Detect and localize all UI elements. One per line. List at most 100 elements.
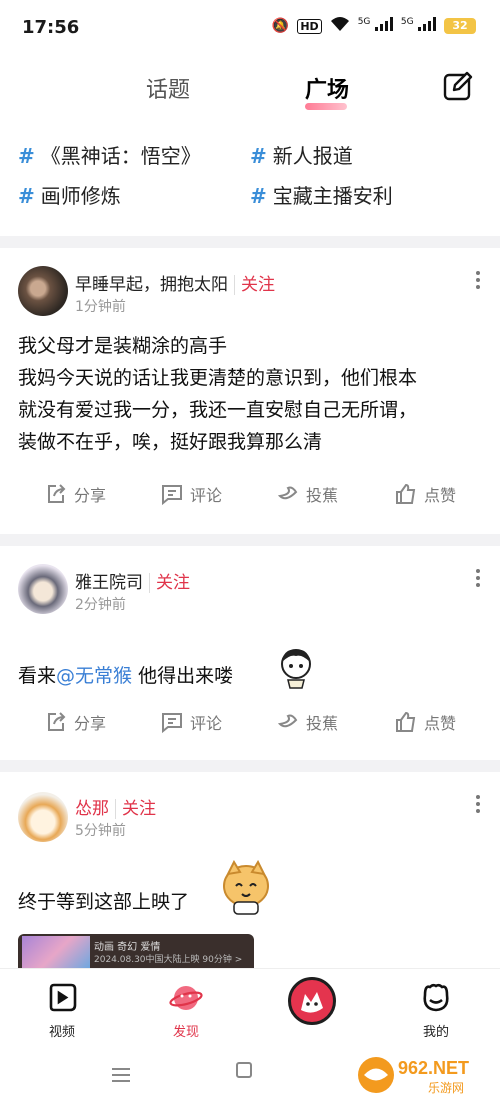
network-label-1: 5G [357, 17, 371, 27]
banana-button[interactable]: 投蕉 [276, 482, 338, 506]
hash-icon: # [250, 184, 267, 208]
like-button[interactable]: 点赞 [394, 482, 456, 506]
more-options-icon[interactable] [476, 566, 482, 590]
top-tabs: 话题 广场 [0, 56, 500, 120]
nav-video[interactable]: 视频 [32, 981, 92, 1040]
banana-icon [277, 714, 298, 728]
home-icon[interactable] [236, 1062, 252, 1078]
topic-label: 新人报道 [272, 144, 353, 168]
active-tab-indicator [305, 103, 347, 110]
like-label: 点赞 [424, 486, 457, 505]
topic-label: 宝藏主播安利 [272, 184, 393, 208]
more-options-icon[interactable] [476, 792, 482, 816]
comment-button[interactable]: 评论 [160, 710, 222, 734]
post-text: 他得出来喽 [132, 665, 234, 687]
hd-icon: HD [297, 18, 322, 34]
signal-icon-1: 5G [358, 17, 393, 35]
comment-label: 评论 [190, 486, 223, 505]
post-line: 就没有爱过我一分，我还一直安慰自己无所谓， [18, 399, 418, 421]
post-actions: 分享 评论 投蕉 点赞 [0, 710, 500, 740]
banana-button[interactable]: 投蕉 [276, 710, 338, 734]
post-line: 我父母才是装糊涂的高手 [18, 335, 228, 357]
follow-button[interactable]: 关注 [115, 799, 156, 819]
nav-mine[interactable]: 我的 [406, 981, 466, 1040]
post-line: 装做不在乎，唉，挺好跟我算那么清 [18, 431, 323, 453]
post-author[interactable]: 怂那 关注 [75, 794, 156, 819]
share-icon [48, 712, 66, 731]
follow-button[interactable]: 关注 [234, 275, 275, 295]
movie-release: 2024.08.30中国大陆上映 90分钟 > [94, 955, 243, 965]
recent-apps-icon[interactable] [112, 1064, 130, 1086]
share-button[interactable]: 分享 [44, 482, 106, 506]
like-button[interactable]: 点赞 [394, 710, 456, 734]
banana-label: 投蕉 [306, 714, 339, 733]
post-body: 我父母才是装糊涂的高手 我妈今天说的话让我更清楚的意识到，他们根本 就没有爱过我… [18, 330, 488, 458]
movie-poster [22, 936, 90, 970]
mention-link[interactable]: @无常猴 [56, 665, 132, 687]
hash-icon: # [250, 144, 267, 168]
post-card[interactable]: 怂那 关注 5分钟前 终于等到这部上映了 动画 奇幻 爱情 2024.08.30中… [0, 772, 500, 970]
tab-topics[interactable]: 话题 [146, 72, 190, 104]
sticker-image [220, 859, 272, 920]
planet-icon [169, 986, 203, 1010]
nav-discover-label: 发现 [172, 1025, 199, 1040]
movie-card[interactable]: 动画 奇幻 爱情 2024.08.30中国大陆上映 90分钟 > [18, 934, 254, 970]
post-actions: 分享 评论 投蕉 点赞 [0, 482, 500, 512]
movie-genre: 动画 奇幻 爱情 [94, 942, 161, 953]
post-time: 5分钟前 [75, 823, 126, 839]
post-time: 2分钟前 [75, 597, 126, 613]
topic-label: 《黑神话：悟空》 [40, 144, 201, 168]
wifi-icon [330, 16, 350, 36]
topic-item[interactable]: # 新人报道 [250, 140, 353, 169]
topic-label: 画师修炼 [40, 184, 121, 208]
post-author[interactable]: 早睡早起，拥抱太阳 关注 [75, 270, 275, 295]
post-card[interactable]: 雅王院司 关注 2分钟前 看来@无常猴 他得出来喽 分享 评论 投蕉 点赞 [0, 546, 500, 760]
banana-icon [277, 486, 298, 500]
post-author[interactable]: 雅王院司 关注 [75, 568, 190, 593]
follow-button[interactable]: 关注 [149, 573, 190, 593]
post-text: 看来 [18, 665, 57, 687]
share-icon [48, 484, 66, 503]
comment-icon [162, 713, 182, 734]
author-name: 雅王院司 [75, 573, 143, 593]
share-button[interactable]: 分享 [44, 710, 106, 734]
status-bar: 17:56 🔕 HD 5G 5G 32 [0, 0, 500, 56]
nav-video-label: 视频 [48, 1025, 75, 1040]
avatar[interactable] [18, 792, 68, 842]
like-icon [396, 483, 416, 504]
avatar[interactable] [18, 266, 68, 316]
status-icons: 🔕 HD 5G 5G 32 [272, 16, 476, 36]
bottom-nav: 视频 发现 我的 [0, 968, 500, 1050]
more-options-icon[interactable] [476, 268, 482, 292]
banana-label: 投蕉 [306, 486, 339, 505]
share-label: 分享 [74, 486, 107, 505]
topic-item[interactable]: # 《黑神话：悟空》 [18, 140, 201, 169]
like-label: 点赞 [424, 714, 457, 733]
comment-icon [162, 485, 182, 506]
edit-icon[interactable] [442, 70, 474, 102]
center-post-button[interactable] [288, 977, 336, 1025]
comment-button[interactable]: 评论 [160, 482, 222, 506]
nav-discover[interactable]: 发现 [156, 981, 216, 1040]
like-icon [396, 711, 416, 732]
signal-icon-2: 5G [401, 17, 436, 35]
hash-icon: # [18, 184, 35, 208]
network-label-2: 5G [400, 17, 414, 27]
battery-icon: 32 [444, 18, 476, 34]
tab-square[interactable]: 广场 [305, 72, 349, 110]
profile-icon [423, 983, 449, 1012]
post-card[interactable]: 早睡早起，拥抱太阳 关注 1分钟前 我父母才是装糊涂的高手 我妈今天说的话让我更清… [0, 248, 500, 534]
hash-icon: # [18, 144, 35, 168]
watermark-brand: 962.NET [398, 1058, 469, 1078]
system-nav-bar: 962.NET 乐游网 [0, 1050, 500, 1100]
author-name: 早睡早起，拥抱太阳 [75, 275, 228, 295]
post-time: 1分钟前 [75, 299, 126, 315]
watermark-sub: 乐游网 [428, 1081, 464, 1095]
sticker-image [272, 642, 320, 694]
comment-label: 评论 [190, 714, 223, 733]
topic-item[interactable]: # 宝藏主播安利 [250, 180, 393, 209]
avatar[interactable] [18, 564, 68, 614]
author-name: 怂那 [75, 799, 109, 819]
mute-icon: 🔕 [271, 18, 290, 34]
topic-item[interactable]: # 画师修炼 [18, 180, 121, 209]
